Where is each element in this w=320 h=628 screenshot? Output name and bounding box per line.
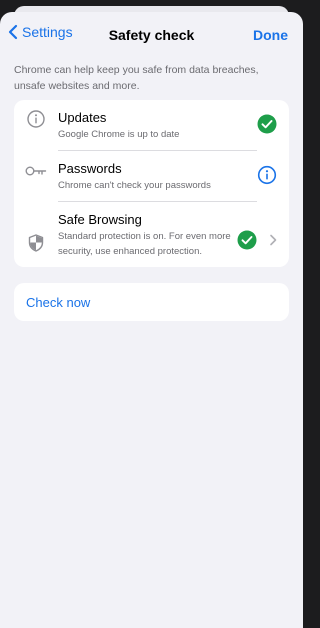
info-circle-icon[interactable] (257, 165, 277, 185)
safe-browsing-row[interactable]: Safe Browsing Standard protection is on.… (14, 202, 289, 267)
safe-browsing-title: Safe Browsing (58, 212, 142, 227)
info-outline-icon (27, 110, 45, 128)
updates-title: Updates (58, 110, 107, 125)
safety-items-card: Updates Google Chrome is up to date Pass… (14, 100, 289, 267)
check-circle-icon (257, 114, 277, 134)
check-circle-icon (237, 230, 257, 250)
passwords-row[interactable]: Passwords Chrome can't check your passwo… (14, 151, 289, 202)
safe-browsing-subtitle: Standard protection is on. For even more… (58, 231, 231, 257)
check-now-label: Check now (26, 294, 91, 310)
done-button[interactable]: Done (253, 27, 288, 43)
check-now-button[interactable]: Check now (14, 283, 289, 321)
updates-row[interactable]: Updates Google Chrome is up to date (14, 100, 289, 151)
shield-icon (28, 234, 44, 252)
intro-text: Chrome can help keep you safe from data … (14, 64, 259, 92)
chevron-right-icon (270, 234, 277, 246)
passwords-subtitle: Chrome can't check your passwords (58, 180, 211, 191)
updates-subtitle: Google Chrome is up to date (58, 129, 180, 140)
passwords-title: Passwords (58, 161, 122, 176)
nav-bar: Settings Safety check Done (0, 12, 303, 58)
safety-check-sheet: Settings Safety check Done Chrome can he… (0, 12, 303, 628)
key-icon (25, 166, 47, 176)
